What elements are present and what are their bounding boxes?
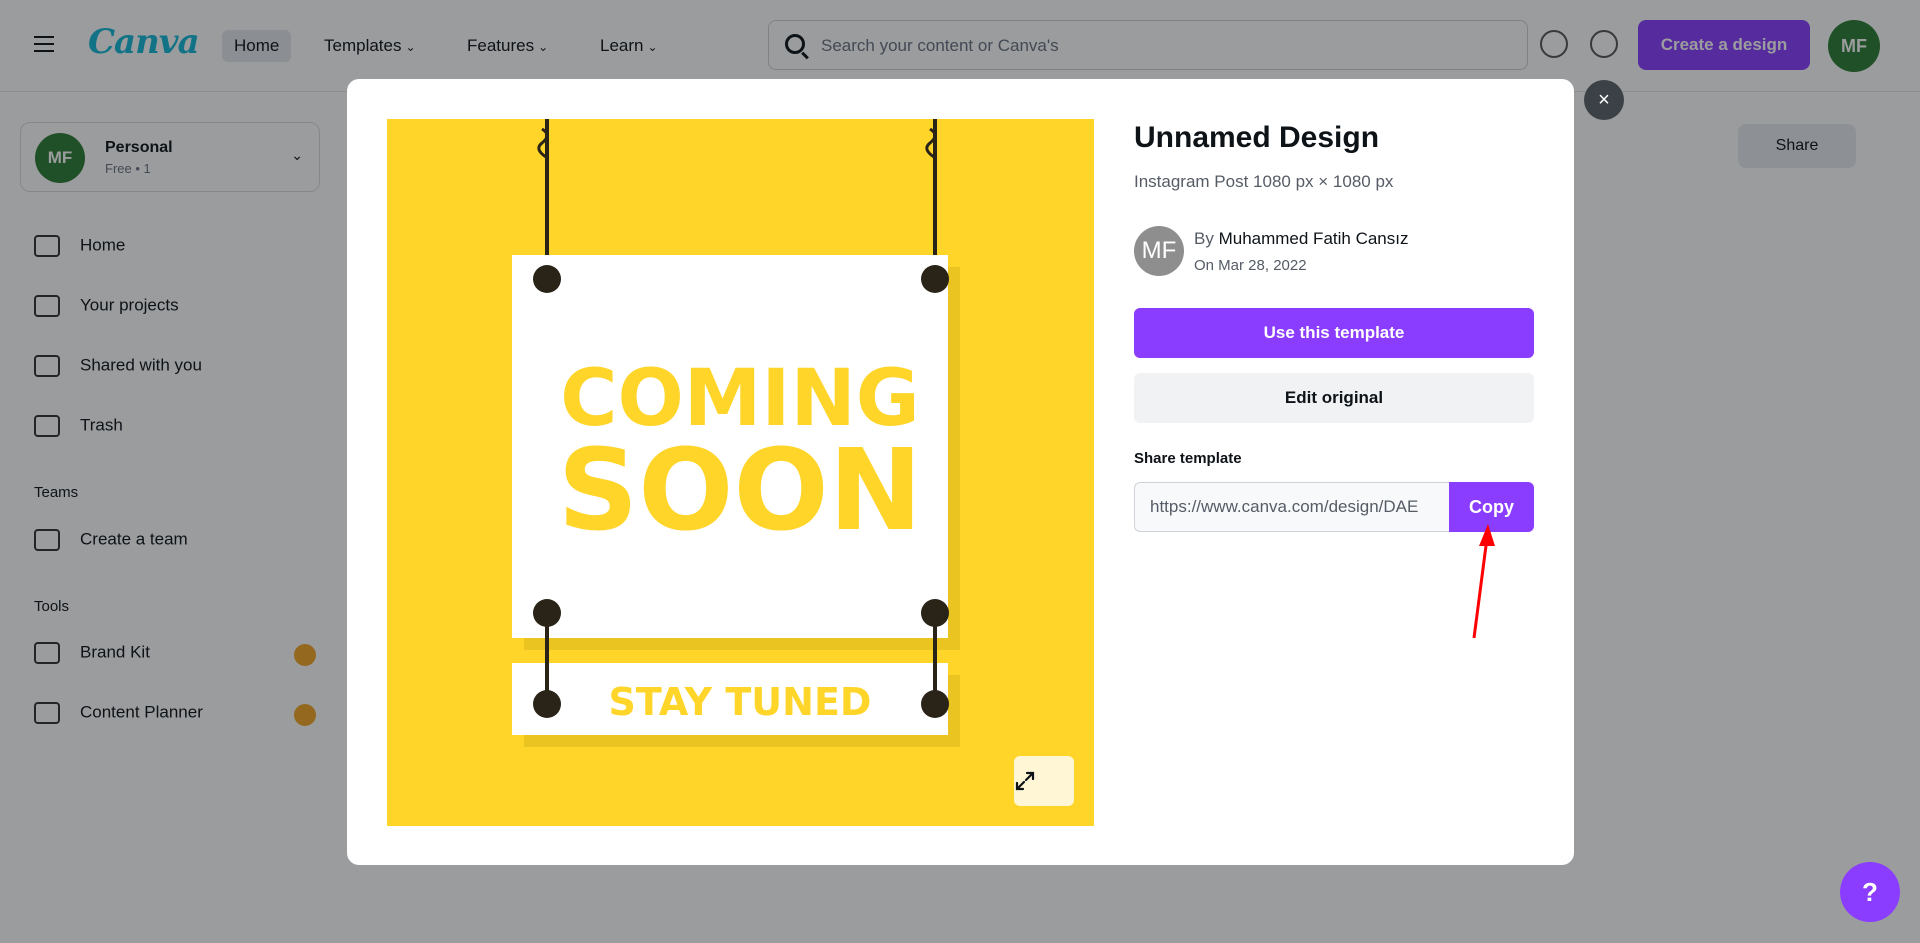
- stay-tuned-text: STAY TUNED: [609, 680, 872, 724]
- annotation-arrow: [1472, 524, 1495, 639]
- expand-icon: [1015, 771, 1035, 791]
- share-url-field[interactable]: https://www.canva.com/design/DAE: [1134, 482, 1454, 532]
- help-button[interactable]: ?: [1840, 862, 1900, 922]
- close-icon[interactable]: ×: [1584, 80, 1624, 120]
- design-date: On Mar 28, 2022: [1194, 257, 1307, 274]
- edit-original-button[interactable]: Edit original: [1134, 373, 1534, 423]
- use-template-button[interactable]: Use this template: [1134, 308, 1534, 358]
- design-dimensions: Instagram Post 1080 px × 1080 px: [1134, 172, 1394, 191]
- share-template-label: Share template: [1134, 450, 1242, 467]
- template-preview: COMING SOON STAY TUNED: [387, 119, 1094, 826]
- author-avatar[interactable]: MF: [1134, 226, 1184, 276]
- author-name[interactable]: Muhammed Fatih Cansız: [1219, 229, 1409, 248]
- template-modal: COMING SOON STAY TUNED Unnamed Design In…: [347, 79, 1574, 865]
- coming-soon-artwork: COMING SOON STAY TUNED: [512, 119, 960, 747]
- expand-button[interactable]: [1014, 756, 1074, 806]
- soon-text: SOON: [558, 426, 923, 556]
- author-line: By Muhammed Fatih Cansız: [1194, 229, 1409, 248]
- design-title: Unnamed Design: [1134, 121, 1380, 154]
